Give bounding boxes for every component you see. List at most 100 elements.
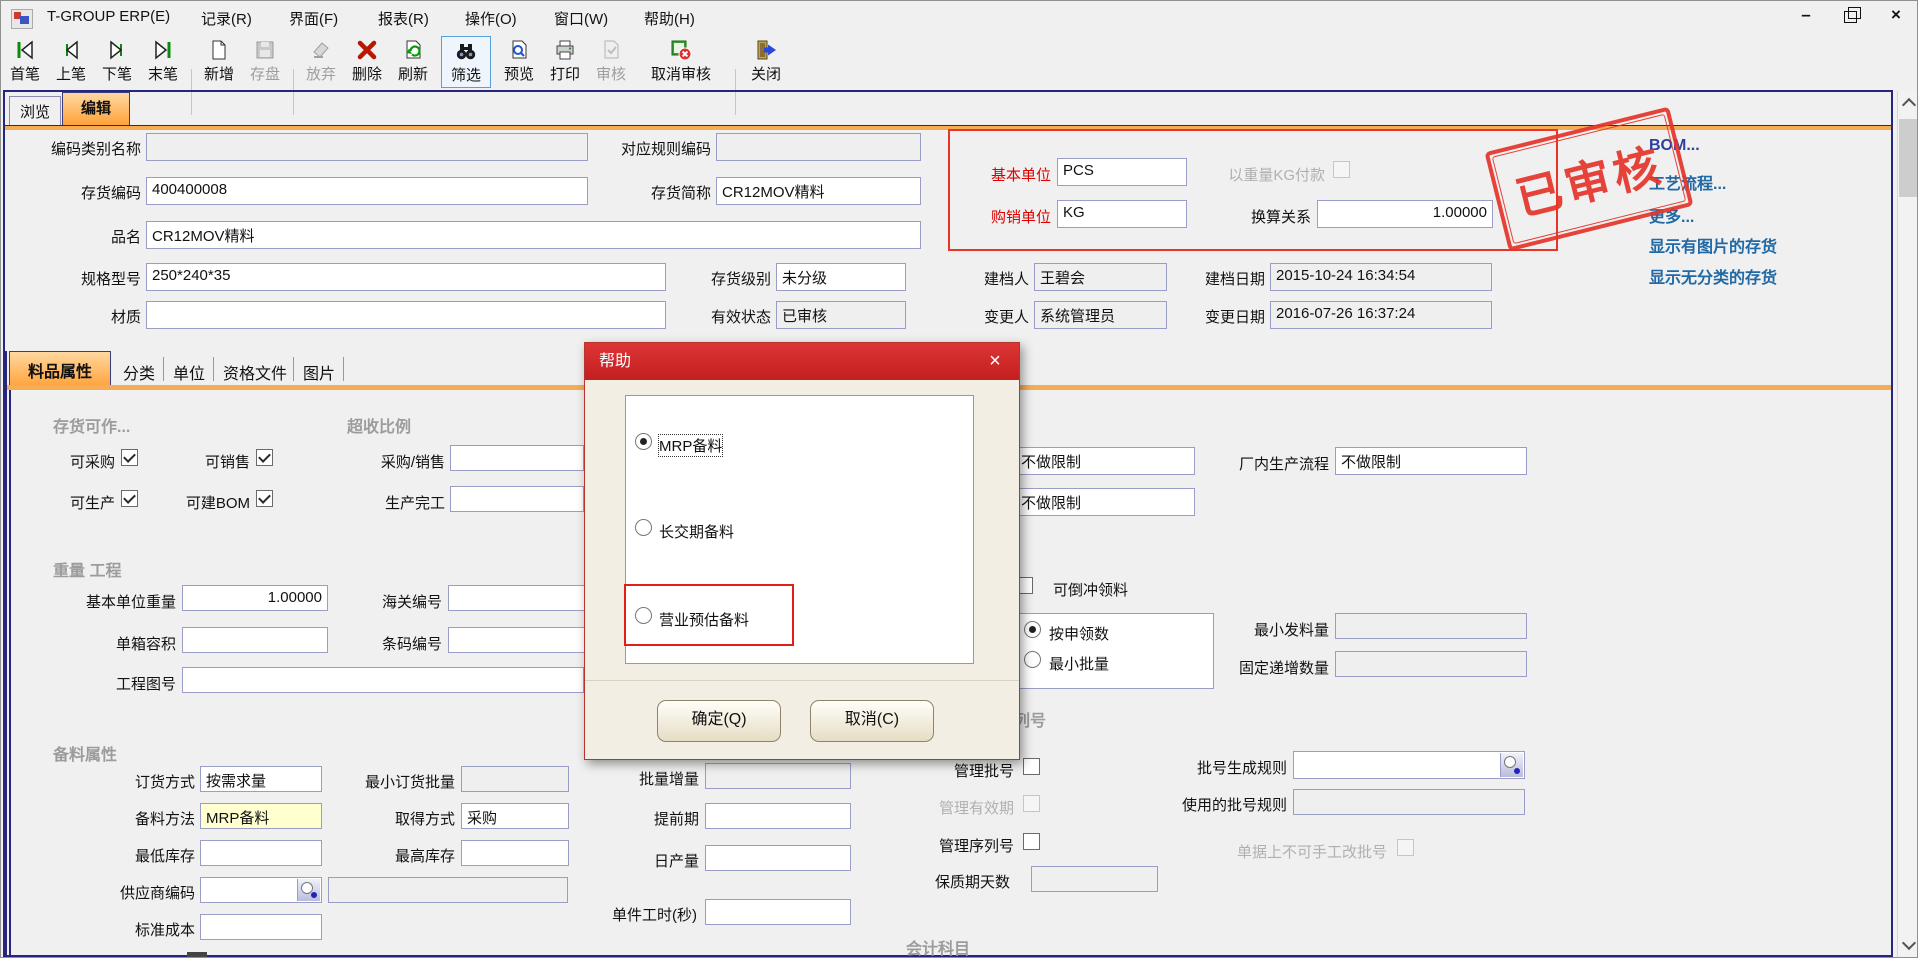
production-done-field[interactable] [450,486,584,512]
can-bom-checkbox[interactable] [256,490,273,507]
rule-code-field[interactable] [716,133,921,161]
spec-field[interactable]: 250*240*35 [146,263,666,291]
minimize-button[interactable]: – [1793,5,1819,29]
menu-item-help[interactable]: 帮助(H) [644,8,695,29]
barcode-no-field[interactable] [448,627,600,653]
base-unit-field[interactable]: PCS [1057,158,1187,186]
toolbar-filter-button[interactable]: 筛选 [441,36,491,88]
box-volume-field[interactable] [182,627,328,653]
panel-border [5,351,7,955]
erp-window: T-GROUP ERP(E) 记录(R) 界面(F) 报表(R) 操作(O) 窗… [0,0,1918,958]
factory-flow-field[interactable]: 不做限制 [1335,447,1527,475]
toolbar-cancel-audit-button[interactable]: 取消审核 [635,36,727,88]
restriction-field-2[interactable]: 不做限制 [1015,488,1195,516]
sellable-checkbox[interactable] [256,449,273,466]
close-window-button[interactable]: × [1883,5,1909,29]
option-mrp-radio[interactable] [635,433,652,450]
toolbar-first-button[interactable]: 首笔 [3,36,47,88]
link-show-uncategorized[interactable]: 显示无分类的存货 [1649,264,1777,288]
menu-item-tgroup-erp[interactable]: T-GROUP ERP(E) [47,8,170,25]
option-long-lead-radio[interactable] [635,519,652,536]
acquire-mode-field[interactable]: 采购 [461,803,569,829]
subtab-separator [293,357,294,381]
subtab-category[interactable]: 分类 [123,360,155,384]
option-long-lead-label[interactable]: 长交期备料 [659,521,734,542]
supplier-code-field[interactable] [200,877,322,903]
drawing-no-field[interactable] [182,667,584,693]
restore-button[interactable] [1837,5,1863,29]
trade-unit-field[interactable]: KG [1057,200,1187,228]
toolbar-next-button[interactable]: 下笔 [95,36,139,88]
toolbar-preview-button[interactable]: 预览 [497,36,541,88]
by-requisition-radio[interactable] [1024,621,1041,638]
option-mrp-label[interactable]: MRP备料 [659,435,722,456]
scrollbar-thumb[interactable] [1899,119,1918,197]
manage-serial-checkbox[interactable] [1023,833,1040,850]
material-field[interactable] [146,301,666,329]
toolbar-cancel-audit-label: 取消审核 [651,63,711,84]
unit-time-field[interactable] [705,899,851,925]
menu-item-interface[interactable]: 界面(F) [289,8,338,29]
restriction-field-1[interactable]: 不做限制 [1015,447,1195,475]
subtab-qualification[interactable]: 资格文件 [223,360,287,384]
menu-item-report[interactable]: 报表(R) [378,8,429,29]
code-category-field[interactable] [146,133,588,161]
scroll-down-button[interactable] [1898,933,1918,957]
prep-method-field[interactable]: MRP备料 [200,803,322,829]
menu-item-window[interactable]: 窗口(W) [554,8,608,29]
toolbar-prev-button[interactable]: 上笔 [49,36,93,88]
manage-batch-checkbox[interactable] [1023,758,1040,775]
tab-edit[interactable]: 编辑 [62,92,130,125]
toolbar-print-button[interactable]: 打印 [543,36,587,88]
chevron-up-icon [1902,98,1916,112]
option-sales-forecast-label[interactable]: 营业预估备料 [659,609,749,630]
std-cost-field[interactable] [200,914,322,940]
base-weight-field[interactable]: 1.00000 [182,585,328,611]
lead-time-field[interactable] [705,803,851,829]
item-code-label: 存货编码 [19,182,141,203]
producible-checkbox[interactable] [121,490,138,507]
audited-stamp-text: 已审核 [1508,129,1670,229]
help-dialog-titlebar[interactable]: 帮助 [585,343,1019,380]
item-code-field[interactable]: 400400008 [146,177,588,205]
help-dialog-close-button[interactable]: × [981,343,1009,380]
prep-method-label: 备料方法 [103,808,195,829]
item-level-field[interactable]: 未分级 [776,263,906,291]
lookup-icon[interactable] [297,879,320,901]
manage-batch-label: 管理批号 [924,760,1014,781]
min-batch-radio[interactable] [1024,651,1041,668]
subtab-unit[interactable]: 单位 [173,360,205,384]
item-name-field[interactable]: CR12MOV精料 [146,221,921,249]
subtab-image[interactable]: 图片 [303,360,335,384]
subtab-item-attributes[interactable]: 料品属性 [9,351,111,387]
binoculars-icon [454,37,478,64]
toolbar-refresh-button[interactable]: 刷新 [391,36,435,88]
ok-button[interactable]: 确定(Q) [657,700,781,742]
toolbar-close-button[interactable]: 关闭 [743,36,789,88]
batch-rule-field[interactable] [1293,751,1525,779]
tab-browse[interactable]: 浏览 [9,96,61,125]
max-stock-field[interactable] [461,840,569,866]
can-bom-label: 可建BOM [166,492,250,513]
daily-output-field[interactable] [705,845,851,871]
option-sales-forecast-radio[interactable] [635,607,652,624]
cancel-button[interactable]: 取消(C) [810,700,934,742]
menu-item-operation[interactable]: 操作(O) [465,8,517,29]
toolbar-new-button[interactable]: 新增 [197,36,241,88]
conversion-label: 换算关系 [1223,206,1311,227]
backflush-label: 可倒冲领料 [1053,579,1128,600]
menu-item-record[interactable]: 记录(R) [201,8,252,29]
scroll-up-button[interactable] [1898,91,1918,115]
toolbar-delete-button[interactable]: 删除 [345,36,389,88]
order-mode-field[interactable]: 按需求量 [200,766,322,792]
item-short-name-field[interactable]: CR12MOV精料 [716,177,921,205]
min-stock-field[interactable] [200,840,322,866]
conversion-field[interactable]: 1.00000 [1317,200,1493,228]
lookup-icon[interactable] [1500,753,1523,777]
manage-serial-label: 管理序列号 [907,835,1014,856]
purchase-sale-field[interactable] [450,445,584,471]
toolbar-last-button[interactable]: 末笔 [141,36,185,88]
link-show-with-images[interactable]: 显示有图片的存货 [1649,233,1777,257]
customs-no-field[interactable] [448,585,600,611]
purchasable-checkbox[interactable] [121,449,138,466]
